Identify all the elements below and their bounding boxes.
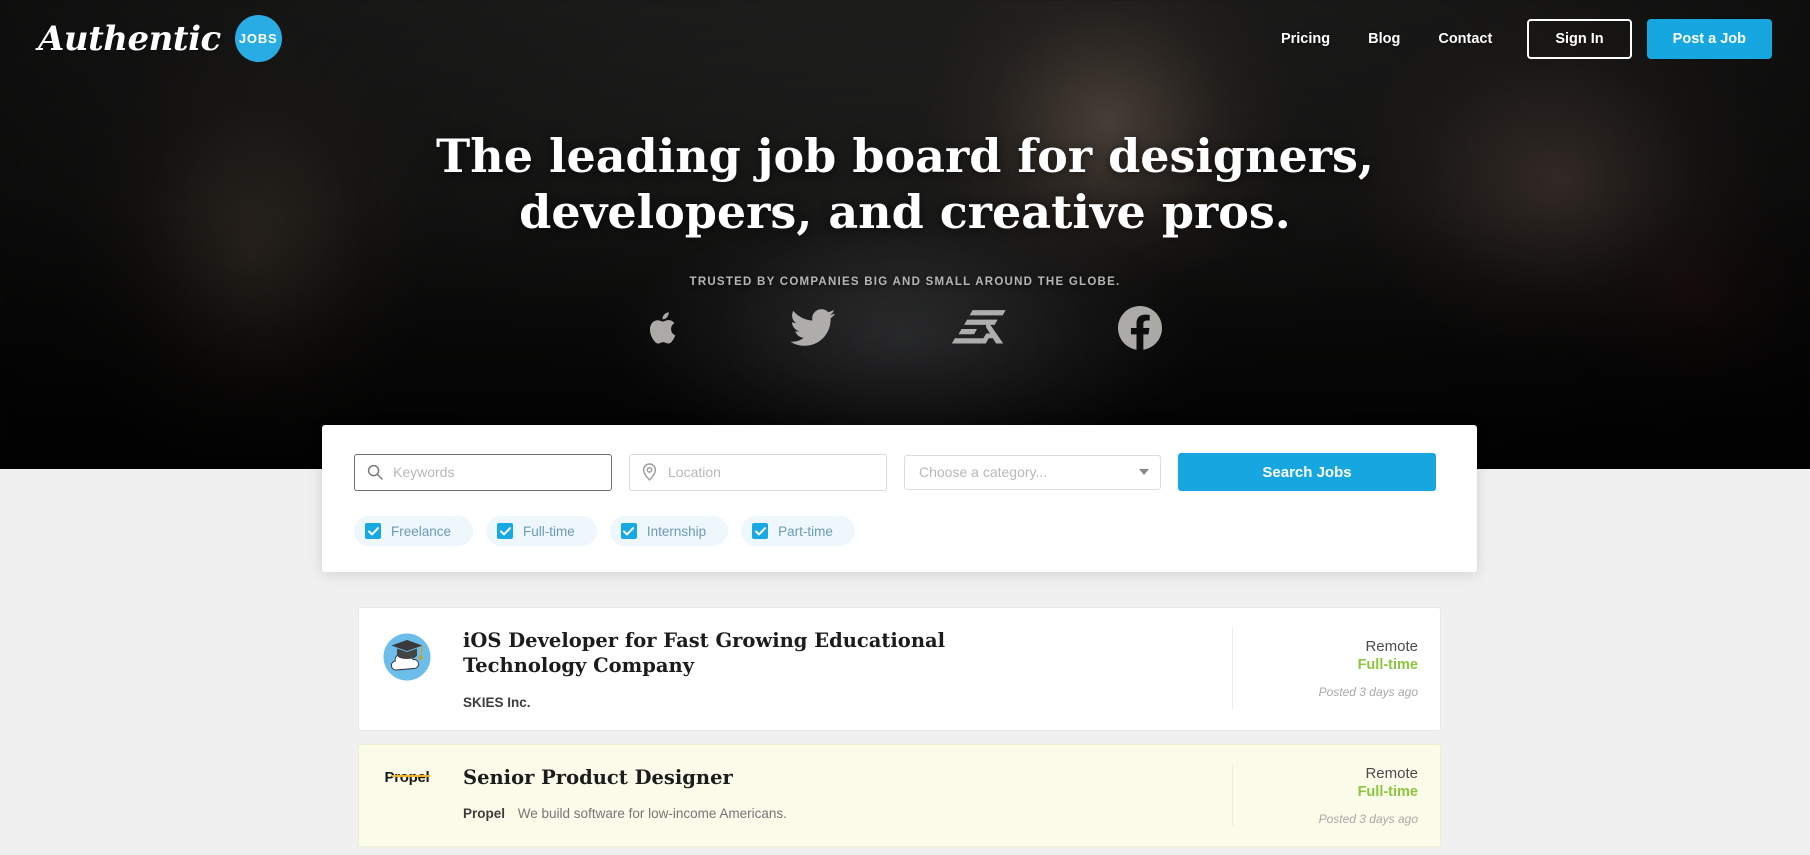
search-icon — [367, 464, 383, 480]
filter-label-freelance: Freelance — [391, 523, 452, 539]
apple-logo-icon — [649, 309, 680, 347]
nav-link-pricing[interactable]: Pricing — [1262, 31, 1349, 47]
keywords-field-wrapper[interactable] — [354, 453, 612, 491]
hero-company-logos — [649, 306, 1162, 350]
filter-chip-fulltime[interactable]: Full-time — [486, 516, 597, 546]
filter-label-internship: Internship — [646, 523, 707, 539]
location-field-wrapper[interactable] — [629, 453, 887, 491]
job-subline: SKIES Inc. — [463, 695, 1212, 710]
location-pin-icon — [642, 463, 657, 481]
job-listings: iOS Developer for Fast Growing Education… — [358, 607, 1441, 855]
job-meta: Remote Full-time Posted 3 days ago — [1232, 628, 1418, 710]
job-location: Remote — [1365, 638, 1418, 656]
category-select-value: Choose a category... — [919, 464, 1048, 480]
job-location: Remote — [1365, 764, 1418, 782]
search-fields-row: Choose a category... Search Jobs — [354, 453, 1445, 491]
hero-title: The leading job board for designers, dev… — [436, 129, 1374, 240]
checkbox-checked-icon[interactable] — [497, 523, 514, 539]
ea-logo-icon — [946, 307, 1008, 349]
checkbox-checked-icon[interactable] — [365, 523, 381, 539]
hero-trusted-text: TRUSTED BY COMPANIES BIG AND SMALL AROUN… — [689, 276, 1121, 289]
job-posted-date: Posted 3 days ago — [1318, 811, 1418, 826]
checkbox-checked-icon[interactable] — [620, 523, 637, 539]
filter-chip-freelance[interactable]: Freelance — [354, 516, 474, 546]
navbar: Authentic JOBS Pricing Blog Contact Sign… — [0, 0, 1810, 77]
job-type-filters: Freelance Full-time Internship Part-time — [354, 516, 1445, 546]
filter-label-fulltime: Full-time — [523, 523, 575, 539]
brand-wordmark: Authentic — [38, 18, 221, 59]
job-listing-row[interactable]: iOS Developer for Fast Growing Education… — [358, 607, 1441, 731]
location-input[interactable] — [630, 454, 886, 490]
propel-wordmark: Propel — [384, 768, 430, 786]
checkbox-checked-icon[interactable] — [752, 523, 769, 539]
job-posted-date: Posted 3 days ago — [1318, 685, 1418, 700]
job-main-content: iOS Developer for Fast Growing Education… — [435, 628, 1232, 710]
filter-chip-internship[interactable]: Internship — [609, 516, 729, 546]
job-company-name: Propel — [463, 806, 506, 822]
skies-graduation-cap-logo — [379, 628, 435, 710]
job-subline: Propel We build software for low-income … — [463, 806, 1212, 821]
search-jobs-button[interactable]: Search Jobs — [1178, 453, 1436, 491]
nav-links: Pricing Blog Contact Sign In Post a Job — [1262, 18, 1772, 59]
page-root: Authentic JOBS Pricing Blog Contact Sign… — [0, 0, 1810, 855]
post-a-job-button[interactable]: Post a Job — [1646, 18, 1772, 59]
job-main-content: Senior Product Designer Propel We build … — [435, 765, 1232, 826]
brand-logo[interactable]: Authentic JOBS — [38, 15, 282, 62]
twitter-logo-icon — [789, 309, 836, 347]
chevron-down-icon — [1139, 469, 1149, 475]
job-title[interactable]: iOS Developer for Fast Growing Education… — [463, 628, 1023, 679]
sign-in-button[interactable]: Sign In — [1527, 18, 1632, 59]
category-select[interactable]: Choose a category... — [904, 454, 1161, 490]
facebook-logo-icon — [1117, 306, 1162, 350]
propel-logo: Propel — [379, 765, 435, 826]
filter-chip-parttime[interactable]: Part-time — [741, 516, 855, 546]
brand-jobs-badge: JOBS — [234, 15, 282, 62]
job-meta: Remote Full-time Posted 3 days ago — [1232, 764, 1418, 826]
job-type-badge: Full-time — [1357, 657, 1418, 674]
filter-label-parttime: Part-time — [778, 523, 833, 539]
nav-link-contact[interactable]: Contact — [1419, 31, 1511, 47]
job-description: We build software for low-income America… — [517, 806, 787, 822]
propel-accent-bar — [391, 774, 430, 778]
nav-link-blog[interactable]: Blog — [1349, 31, 1419, 47]
search-input[interactable] — [355, 454, 611, 490]
job-company-name: SKIES Inc. — [463, 694, 531, 710]
job-listing-row[interactable]: Propel Senior Product Designer Propel We… — [358, 743, 1441, 847]
job-type-badge: Full-time — [1357, 783, 1418, 800]
job-title[interactable]: Senior Product Designer — [463, 765, 1023, 790]
job-search-panel: Choose a category... Search Jobs Freelan… — [322, 425, 1477, 572]
